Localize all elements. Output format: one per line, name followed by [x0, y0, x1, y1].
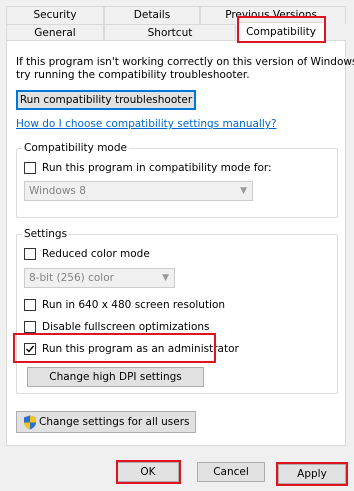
reduced-color-label: Reduced color mode — [42, 248, 150, 260]
apply-highlight — [276, 462, 348, 486]
uac-shield-icon — [24, 415, 36, 430]
change-settings-all-users-button[interactable]: Change settings for all users — [16, 411, 196, 433]
os-version-value: Windows 8 — [29, 185, 86, 197]
help-link[interactable]: How do I choose compatibility settings m… — [16, 118, 277, 130]
resolution-checkbox[interactable] — [24, 299, 36, 311]
color-depth-value: 8-bit (256) color — [29, 272, 114, 284]
resolution-label: Run in 640 x 480 screen resolution — [42, 299, 226, 311]
tab-security[interactable]: Security — [6, 6, 104, 24]
compatibility-page: If this program isn't working correctly … — [6, 40, 354, 446]
fullscreen-optimizations-label: Disable fullscreen optimizations — [42, 321, 210, 333]
color-depth-select[interactable]: 8-bit (256) color ▼ — [24, 268, 175, 288]
tab-details[interactable]: Details — [104, 6, 200, 24]
reduced-color-checkbox[interactable] — [24, 248, 36, 260]
chevron-down-icon: ▼ — [240, 186, 247, 196]
tab-compatibility-highlight — [237, 16, 326, 43]
change-high-dpi-button[interactable]: Change high DPI settings — [27, 367, 204, 387]
change-settings-all-users-label: Change settings for all users — [39, 416, 190, 428]
compatibility-mode-title: Compatibility mode — [22, 142, 129, 154]
intro-line-2: try running the compatibility troublesho… — [16, 69, 250, 81]
os-version-select[interactable]: Windows 8 ▼ — [24, 181, 253, 201]
run-as-admin-highlight — [13, 333, 216, 363]
chevron-down-icon: ▼ — [162, 273, 169, 283]
intro-line-1: If this program isn't working correctly … — [16, 56, 354, 68]
tab-shortcut[interactable]: Shortcut — [104, 24, 236, 41]
tab-general[interactable]: General — [6, 24, 104, 41]
settings-title: Settings — [22, 228, 70, 240]
run-troubleshooter-button[interactable]: Run compatibility troubleshooter — [16, 90, 196, 110]
compatibility-mode-label: Run this program in compatibility mode f… — [42, 162, 272, 174]
cancel-button[interactable]: Cancel — [197, 462, 265, 482]
fullscreen-optimizations-checkbox[interactable] — [24, 321, 36, 333]
compatibility-mode-checkbox[interactable] — [24, 162, 36, 174]
ok-highlight — [116, 460, 181, 484]
